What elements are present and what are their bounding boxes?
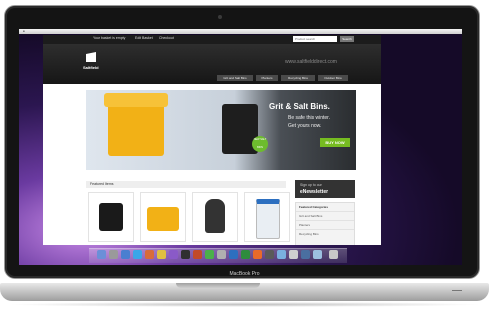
- camera-icon: [218, 15, 222, 19]
- newsletter-small-text: Sign up to our: [300, 183, 322, 187]
- word-icon[interactable]: [229, 250, 238, 259]
- facetime-icon[interactable]: [205, 250, 214, 259]
- mac-dock: [89, 248, 347, 263]
- featured-items-header: Featured Items: [86, 181, 286, 188]
- trash-icon[interactable]: [329, 250, 338, 259]
- firefox-icon[interactable]: [253, 250, 262, 259]
- category-item[interactable]: Recycling Bins: [296, 229, 354, 238]
- featured-categories: Featured Categories Grit and Salt Bins P…: [295, 202, 355, 245]
- nav-item-recycling[interactable]: Recycling Bins: [281, 75, 315, 81]
- hero-subtitle-1: Be safe this winter.: [288, 115, 330, 121]
- yellow-grit-bin-image: [108, 100, 164, 156]
- laptop-screen: ● Your basket is empty Edit Basket Check…: [19, 29, 462, 265]
- itunes-icon[interactable]: [169, 250, 178, 259]
- macbook-label: MacBook Pro: [229, 271, 260, 277]
- logo-text[interactable]: Saltfield: [83, 65, 99, 70]
- dashboard-icon[interactable]: [109, 250, 118, 259]
- product-image: [147, 207, 179, 231]
- preview-icon[interactable]: [277, 250, 286, 259]
- edit-basket-link[interactable]: Edit Basket: [135, 36, 153, 40]
- category-item[interactable]: Grit and Salt Bins: [296, 211, 354, 220]
- product-image: [256, 199, 280, 239]
- buy-now-button[interactable]: BUY NOW: [320, 138, 350, 147]
- mail-icon[interactable]: [121, 250, 130, 259]
- folder-icon[interactable]: [313, 250, 322, 259]
- product-image: [99, 203, 123, 231]
- newsletter-signup[interactable]: Sign up to our eNewsletter: [295, 180, 355, 198]
- yellow-bin-lid: [104, 93, 168, 107]
- mac-menu-bar: ●: [19, 29, 462, 34]
- categories-title: Featured Categories: [299, 205, 329, 209]
- safari-icon[interactable]: [133, 250, 142, 259]
- terminal-icon[interactable]: [265, 250, 274, 259]
- base-notch: [176, 283, 260, 288]
- illustrator-icon[interactable]: [193, 250, 202, 259]
- base-shadow: [6, 302, 483, 307]
- basket-status-link[interactable]: Your basket is empty: [93, 36, 125, 40]
- product-card[interactable]: [88, 192, 134, 242]
- sleep-indicator: [452, 290, 462, 291]
- photoshop-icon[interactable]: [181, 250, 190, 259]
- finder-icon[interactable]: [97, 250, 106, 259]
- nav-item-outdoor[interactable]: Outdoor Bins: [318, 75, 348, 81]
- hero-subtitle-2: Get yours now.: [288, 123, 322, 129]
- downloads-stack-icon[interactable]: [301, 250, 310, 259]
- product-card[interactable]: [244, 192, 290, 242]
- browser-window: Your basket is empty Edit Basket Checkou…: [43, 35, 381, 245]
- ical-icon[interactable]: [145, 250, 154, 259]
- search-button[interactable]: Search: [340, 36, 354, 42]
- hero-title: Grit & Salt Bins.: [269, 102, 330, 111]
- checkout-link[interactable]: Checkout: [159, 36, 174, 40]
- site-url: www.saltfielddirect.com: [285, 59, 337, 65]
- site-top-bar: Your basket is empty Edit Basket Checkou…: [43, 35, 381, 44]
- hero-banner[interactable]: NEW SALT BINS Grit & Salt Bins. Be safe …: [86, 90, 356, 170]
- product-card[interactable]: [192, 192, 238, 242]
- documents-stack-icon[interactable]: [289, 250, 298, 259]
- product-image: [205, 199, 225, 233]
- nav-item-grit-salt[interactable]: Grit and Salt Bins: [217, 75, 253, 81]
- search-input[interactable]: Product search: [293, 36, 337, 42]
- preferences-icon[interactable]: [217, 250, 226, 259]
- newsletter-title: eNewsletter: [300, 189, 329, 195]
- logo-icon[interactable]: [86, 52, 96, 62]
- product-card[interactable]: [140, 192, 186, 242]
- apple-icon: ●: [23, 29, 25, 33]
- excel-icon[interactable]: [241, 250, 250, 259]
- category-item[interactable]: Planters: [296, 220, 354, 229]
- new-badge: NEW SALT BINS: [252, 136, 268, 152]
- slider-dots[interactable]: [87, 173, 101, 186]
- stickies-icon[interactable]: [157, 250, 166, 259]
- nav-item-planters[interactable]: Planters: [256, 75, 278, 81]
- site-header: Saltfield www.saltfielddirect.com Grit a…: [43, 44, 381, 84]
